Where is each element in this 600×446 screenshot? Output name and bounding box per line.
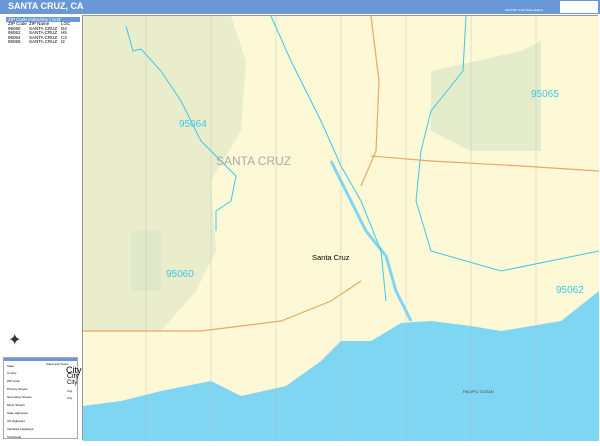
zip-label-95064: 95064 bbox=[179, 119, 207, 130]
zip-label-95062: 95062 bbox=[556, 285, 584, 296]
legend-toll: Toll Roads bbox=[7, 435, 22, 439]
legend-city-2: City bbox=[67, 373, 80, 380]
brand-logo bbox=[560, 1, 598, 13]
zip-row: 95065 SANTA CRUZ I2 bbox=[6, 40, 80, 45]
legend-city-5: City bbox=[67, 396, 73, 400]
map-title: SANTA CRUZ, CA bbox=[8, 1, 84, 11]
zip-code: 95065 bbox=[8, 39, 21, 45]
header-bar: SANTA CRUZ, CA 2023 ZIP Code Basic Editi… bbox=[0, 0, 600, 14]
legend-minor: Minor Streets bbox=[7, 403, 25, 407]
zip-loc: I2 bbox=[61, 39, 65, 45]
map-svg[interactable]: 95064 95065 95060 95062 SANTA CRUZ Santa… bbox=[83, 15, 600, 441]
zip-name: SANTA CRUZ bbox=[29, 39, 58, 45]
legend-interstate: Interstate Highways bbox=[7, 427, 34, 431]
legend-city-4: City bbox=[67, 389, 73, 393]
legend-header bbox=[4, 358, 77, 361]
legend-us-hwy: US Highways bbox=[7, 419, 26, 423]
edition-label: 2023 ZIP Code Basic Edition bbox=[505, 8, 544, 12]
compass-rose-icon: ✦ bbox=[8, 332, 22, 349]
legend-state: State bbox=[7, 364, 15, 368]
legend-county: County bbox=[7, 371, 17, 375]
city-label: Santa Cruz bbox=[312, 253, 350, 262]
zip-label-95065: 95065 bbox=[531, 89, 559, 100]
zip-index: ZIP Code Index/Key | Grid ZIP Code ZIP Na… bbox=[6, 17, 80, 45]
legend-zip: ZIP Code bbox=[7, 379, 20, 383]
area-label: SANTA CRUZ bbox=[216, 154, 291, 168]
ocean-label: PACIFIC OCEAN bbox=[463, 389, 494, 394]
map-legend: State County ZIP Code Primary Streets Se… bbox=[3, 357, 82, 439]
zip-label-95060: 95060 bbox=[166, 269, 194, 280]
legend-primary: Primary Streets bbox=[7, 387, 28, 391]
legend-state-hwy: State Highways bbox=[7, 411, 28, 415]
legend-city-3: City bbox=[67, 380, 78, 386]
legend-secondary: Secondary Streets bbox=[7, 395, 32, 399]
map-canvas[interactable]: 95064 95065 95060 95062 SANTA CRUZ Santa… bbox=[82, 15, 600, 441]
